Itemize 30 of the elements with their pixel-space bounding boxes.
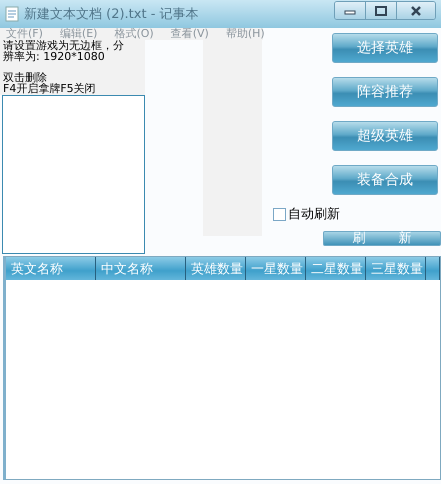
menu-item[interactable]: 查看(V) [170, 28, 209, 40]
note-text: 双击删除 [3, 72, 47, 83]
close-icon [410, 6, 422, 16]
maximize-icon [375, 6, 387, 16]
action-button[interactable]: 选择英雄 [332, 33, 438, 63]
maximize-button[interactable] [365, 2, 396, 19]
column-header[interactable]: 二星数量 [306, 257, 366, 280]
note-text: 辨率为: 1920*1080 [3, 51, 106, 62]
menu-item[interactable]: 文件(F) [6, 28, 43, 40]
window-title: 新建文本文档 (2).txt - 记事本 [24, 6, 199, 23]
action-button[interactable]: 阵容推荐 [332, 77, 438, 107]
action-button[interactable]: 装备合成 [332, 165, 438, 195]
checkbox-label: 自动刷新 [288, 206, 340, 223]
notepad-icon [4, 6, 20, 22]
menu-item[interactable]: 编辑(E) [60, 28, 98, 40]
menu-item[interactable]: 帮助(H) [226, 28, 265, 40]
note-text: 请设置游戏为无边框，分 [3, 40, 125, 51]
checkbox[interactable] [273, 208, 286, 220]
action-button[interactable]: 超级英雄 [332, 121, 438, 151]
column-header[interactable]: 三星数量 [366, 257, 426, 280]
refresh-button[interactable]: 刷 新 [323, 231, 441, 246]
column-header[interactable]: 英文名称 [6, 257, 96, 280]
minimize-button[interactable] [335, 2, 365, 19]
menu-item[interactable]: 格式(O) [114, 28, 154, 40]
column-header[interactable]: 中文名称 [96, 257, 186, 280]
close-button[interactable] [396, 2, 435, 19]
column-header[interactable]: 一星数量 [246, 257, 306, 280]
list-box[interactable] [2, 95, 145, 254]
note-text: F4开启拿牌F5关闭 [3, 83, 97, 94]
column-header[interactable]: 英雄数量 [186, 257, 246, 280]
